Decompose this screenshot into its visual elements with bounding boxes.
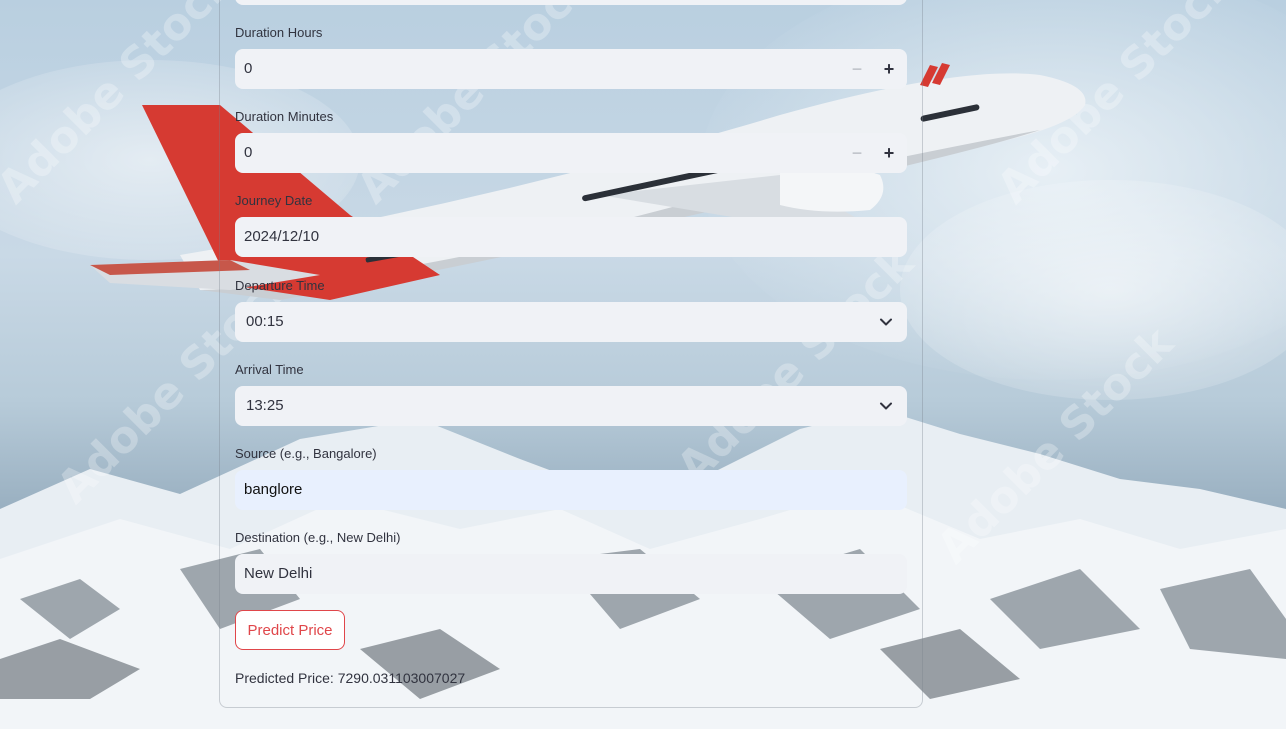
duration-minutes-value: 0 xyxy=(244,144,253,161)
departure-time-select[interactable]: 00:15 xyxy=(235,302,907,342)
predict-price-button[interactable]: Predict Price xyxy=(235,610,345,650)
destination-value: New Delhi xyxy=(244,565,313,582)
arrival-time-label: Arrival Time xyxy=(235,362,304,377)
chevron-down-icon xyxy=(880,318,892,326)
predicted-price-text: Predicted Price: 7290.031103007027 xyxy=(235,670,466,686)
journey-date-input[interactable]: 2024/12/10 xyxy=(235,217,907,257)
journey-date-value: 2024/12/10 xyxy=(244,228,320,245)
duration-minutes-input[interactable]: 0 − + xyxy=(235,133,907,173)
departure-time-label: Departure Time xyxy=(235,278,325,293)
destination-label: Destination (e.g., New Delhi) xyxy=(235,530,401,545)
departure-time-value: 00:15 xyxy=(246,313,284,330)
duration-hours-input[interactable]: 0 − + xyxy=(235,49,907,89)
arrival-time-value: 13:25 xyxy=(246,397,284,414)
source-value: banglore xyxy=(244,481,303,498)
source-label: Source (e.g., Bangalore) xyxy=(235,446,377,461)
previous-field[interactable] xyxy=(235,0,907,5)
duration-hours-label: Duration Hours xyxy=(235,25,323,40)
duration-hours-decrement-button[interactable]: − xyxy=(841,49,873,89)
duration-hours-value: 0 xyxy=(244,60,253,77)
form-container xyxy=(219,0,923,708)
chevron-down-icon xyxy=(880,402,892,410)
source-input[interactable]: banglore xyxy=(235,470,907,510)
duration-minutes-label: Duration Minutes xyxy=(235,109,334,124)
duration-minutes-increment-button[interactable]: + xyxy=(873,133,905,173)
destination-input[interactable]: New Delhi xyxy=(235,554,907,594)
duration-minutes-decrement-button[interactable]: − xyxy=(841,133,873,173)
arrival-time-select[interactable]: 13:25 xyxy=(235,386,907,426)
duration-hours-increment-button[interactable]: + xyxy=(873,49,905,89)
journey-date-label: Journey Date xyxy=(235,193,313,208)
